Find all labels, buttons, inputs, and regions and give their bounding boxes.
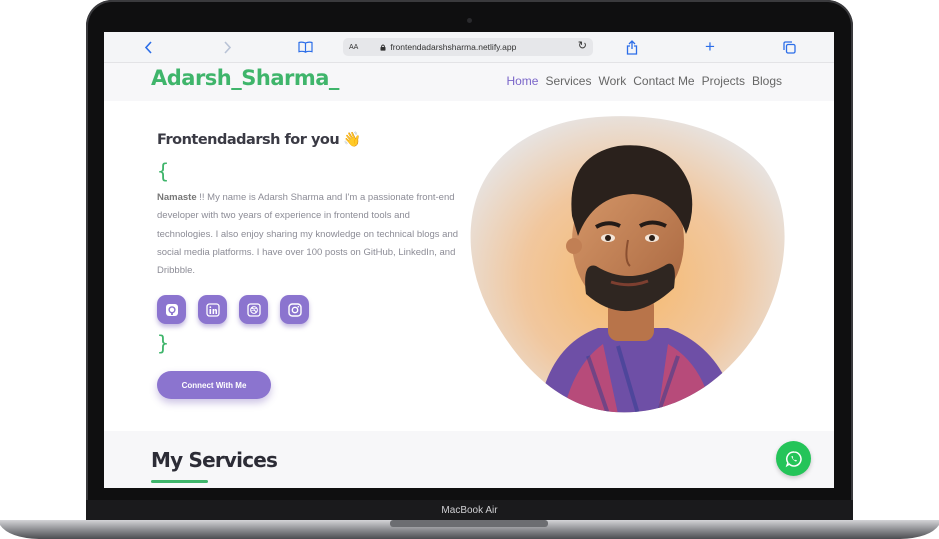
greeting-text: Frontendadarsh for you	[157, 131, 340, 148]
open-brace: {	[157, 159, 170, 183]
close-brace: }	[157, 331, 170, 355]
webcam	[467, 18, 472, 23]
browser-toolbar: AA frontendadarshsharma.netlify.app ↻ +	[104, 32, 834, 63]
dribbble-icon[interactable]	[239, 295, 268, 324]
instagram-icon[interactable]	[280, 295, 309, 324]
hero-section: Frontendadarsh for you 👋 { Namaste !! My…	[104, 101, 834, 431]
bio-strong: Namaste	[157, 192, 197, 203]
book-icon[interactable]	[295, 37, 315, 57]
nav-blogs[interactable]: Blogs	[752, 74, 782, 88]
site-header: Adarsh_Sharma_ Home Services Work Contac…	[104, 63, 834, 101]
bio-text: !! My name is Adarsh Sharma and I'm a pa…	[157, 192, 459, 277]
services-section: My Services	[104, 431, 834, 488]
tabs-icon[interactable]	[781, 37, 797, 57]
nav-services[interactable]: Services	[545, 74, 591, 88]
hero-greeting: Frontendadarsh for you 👋	[157, 131, 361, 149]
device-label: MacBook Air	[441, 504, 498, 516]
profile-portrait-image	[470, 116, 785, 413]
waving-hand-icon: 👋	[343, 132, 361, 148]
site-logo[interactable]: Adarsh_Sharma_	[151, 66, 339, 90]
laptop-base	[0, 520, 939, 539]
share-icon[interactable]	[624, 37, 640, 57]
screen: AA frontendadarshsharma.netlify.app ↻ + …	[104, 32, 834, 488]
hero-bio: Namaste !! My name is Adarsh Sharma and …	[157, 189, 467, 280]
nav-projects[interactable]: Projects	[702, 74, 745, 88]
main-nav: Home Services Work Contact Me Projects B…	[506, 74, 782, 88]
lock-icon	[380, 44, 386, 51]
reload-icon[interactable]: ↻	[578, 39, 587, 52]
nav-contact-me[interactable]: Contact Me	[633, 74, 694, 88]
forward-icon[interactable]	[219, 37, 235, 57]
nav-work[interactable]: Work	[598, 74, 626, 88]
linkedin-icon[interactable]	[198, 295, 227, 324]
back-icon[interactable]	[140, 37, 156, 57]
social-links	[157, 295, 309, 324]
whatsapp-icon[interactable]	[776, 441, 811, 476]
url-text: frontendadarshsharma.netlify.app	[390, 42, 517, 52]
plus-icon[interactable]: +	[702, 37, 718, 57]
text-size-button[interactable]: AA	[349, 44, 358, 51]
connect-with-me-button[interactable]: Connect With Me	[157, 371, 271, 399]
laptop-chin: MacBook Air	[86, 500, 853, 520]
heading-underline	[151, 480, 208, 483]
nav-home[interactable]: Home	[506, 74, 538, 88]
services-heading: My Services	[151, 448, 278, 472]
address-bar[interactable]: AA frontendadarshsharma.netlify.app ↻	[343, 38, 593, 56]
github-icon[interactable]	[157, 295, 186, 324]
